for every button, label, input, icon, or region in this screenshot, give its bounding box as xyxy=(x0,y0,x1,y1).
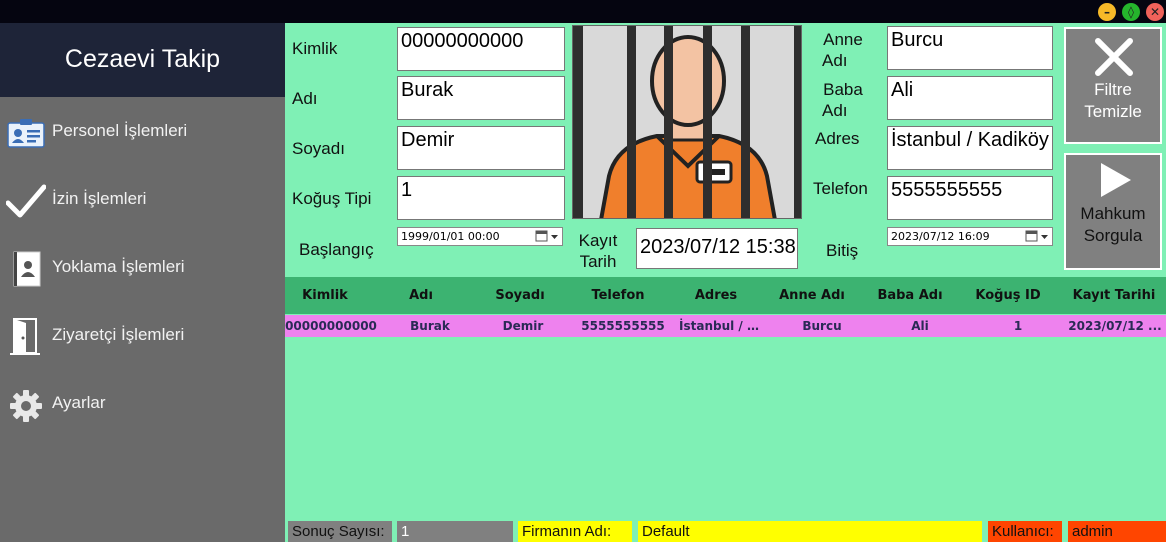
query-prisoner-button[interactable]: Mahkum Sorgula xyxy=(1064,153,1162,270)
minimize-button[interactable]: – xyxy=(1098,3,1116,21)
prisoner-table: Kimlik Adı Soyadı Telefon Adres Anne Adı… xyxy=(285,277,1166,521)
close-button[interactable]: ✕ xyxy=(1146,3,1164,21)
kogus-label: Koğuş Tipi xyxy=(292,189,372,208)
anne-adi-field[interactable]: Burcu xyxy=(887,26,1053,70)
baba-adi-field[interactable]: Ali xyxy=(887,76,1053,120)
baslangic-datepicker[interactable]: 1999/01/01 00:00 xyxy=(397,227,563,246)
cell-soyadi: Demir xyxy=(502,319,544,333)
filter-clear-label-line2: Temizle xyxy=(1084,102,1142,121)
col-adres[interactable]: Adres xyxy=(675,277,757,314)
col-soyadi[interactable]: Soyadı xyxy=(481,277,559,314)
cell-baba-adi: Ali xyxy=(911,319,929,333)
sidebar-item-yoklama[interactable]: Yoklama İşlemleri xyxy=(0,243,285,293)
baba-label-line2: Adı xyxy=(822,101,848,120)
cell-adi: Burak xyxy=(410,319,450,333)
query-label-line1: Mahkum xyxy=(1080,204,1146,223)
col-kayit-tarihi[interactable]: Kayıt Tarihi xyxy=(1065,277,1163,314)
title-bar: – ◊ ✕ xyxy=(0,0,1166,23)
prisoner-photo xyxy=(572,25,802,219)
result-count-label: Sonuç Sayısı: xyxy=(288,521,392,542)
col-baba-adi[interactable]: Baba Adı xyxy=(869,277,951,314)
clipboard-person-icon xyxy=(13,251,41,287)
col-kogus-id[interactable]: Koğuş ID xyxy=(967,277,1049,314)
bitis-datepicker[interactable]: 2023/07/12 16:09 xyxy=(887,227,1053,246)
col-anne-adi[interactable]: Anne Adı xyxy=(771,277,853,314)
cell-adres: İstanbul / K... xyxy=(679,319,767,333)
kogus-field[interactable]: 1 xyxy=(397,176,565,220)
id-card-icon xyxy=(7,119,45,148)
anne-label-line1: Anne xyxy=(823,30,863,49)
checkmark-icon xyxy=(6,184,46,218)
user-label: Kullanıcı: xyxy=(988,521,1062,542)
cell-telefon: 5555555555 xyxy=(581,319,665,333)
kayit-label-line1: Kayıt xyxy=(578,231,618,250)
prisoner-form: Kimlik 00000000000 Adı Burak Soyadı Demi… xyxy=(285,23,1166,276)
adres-field[interactable]: İstanbul / Kadiköy xyxy=(887,126,1053,170)
gear-icon xyxy=(10,390,42,422)
baba-label-line1: Baba xyxy=(823,80,863,99)
kimlik-field[interactable]: 00000000000 xyxy=(397,27,565,71)
bitis-value: 2023/07/12 16:09 xyxy=(891,230,990,243)
close-x-icon xyxy=(1095,38,1133,76)
cell-kayit-tarihi: 2023/07/12 ... xyxy=(1068,319,1162,333)
firm-name-value: Default xyxy=(638,521,982,542)
sidebar-item-izin[interactable]: İzin İşlemleri xyxy=(0,175,285,225)
sidebar-item-ziyaretci[interactable]: Ziyaretçi İşlemleri xyxy=(0,311,285,361)
status-bar: Sonuç Sayısı: 1 Firmanın Adı: Default Ku… xyxy=(285,521,1166,542)
cell-kimlik: 00000000000 xyxy=(285,319,377,333)
filter-clear-button[interactable]: Filtre Temizle xyxy=(1064,27,1162,144)
user-value: admin xyxy=(1068,521,1166,542)
soyadi-field[interactable]: Demir xyxy=(397,126,565,170)
anne-label-line2: Adı xyxy=(822,51,848,70)
play-icon xyxy=(1101,163,1131,197)
col-telefon[interactable]: Telefon xyxy=(575,277,661,314)
sidebar-item-label: Personel İşlemleri xyxy=(52,121,188,140)
filter-clear-label-line1: Filtre xyxy=(1094,80,1132,99)
table-header: Kimlik Adı Soyadı Telefon Adres Anne Adı… xyxy=(285,277,1166,314)
kayit-tarih-field[interactable]: 2023/07/12 15:38 xyxy=(636,228,798,269)
sidebar: Cezaevi Takip Personel İşlemleri İzin İş… xyxy=(0,23,285,542)
soyadi-label: Soyadı xyxy=(292,139,345,158)
sidebar-item-label: Ziyaretçi İşlemleri xyxy=(52,325,185,344)
telefon-field[interactable]: 5555555555 xyxy=(887,176,1053,220)
cell-kogus-id: 1 xyxy=(1013,319,1023,333)
calendar-dropdown-icon[interactable] xyxy=(1024,230,1050,243)
sidebar-item-ayarlar[interactable]: Ayarlar xyxy=(0,379,285,429)
firm-name-label: Firmanın Adı: xyxy=(518,521,632,542)
app-title: Cezaevi Takip xyxy=(0,23,285,97)
sidebar-item-label: İzin İşlemleri xyxy=(52,189,147,208)
baslangic-value: 1999/01/01 00:00 xyxy=(401,230,500,243)
kayit-label-line2: Tarih xyxy=(579,252,617,271)
sidebar-item-label: Ayarlar xyxy=(52,393,106,412)
sidebar-item-label: Yoklama İşlemleri xyxy=(52,257,185,276)
adi-field[interactable]: Burak xyxy=(397,76,565,120)
kimlik-label: Kimlik xyxy=(292,39,338,58)
door-icon xyxy=(10,318,40,355)
col-adi[interactable]: Adı xyxy=(385,277,457,314)
table-row[interactable]: 00000000000 Burak Demir 5555555555 İstan… xyxy=(285,315,1166,337)
baslangic-label: Başlangıç xyxy=(299,240,374,259)
sidebar-item-personel[interactable]: Personel İşlemleri xyxy=(0,107,285,157)
result-count-value: 1 xyxy=(397,521,513,542)
cell-anne-adi: Burcu xyxy=(802,319,842,333)
maximize-button[interactable]: ◊ xyxy=(1122,3,1140,21)
query-label-line2: Sorgula xyxy=(1083,226,1143,245)
adi-label: Adı xyxy=(292,89,318,108)
col-kimlik[interactable]: Kimlik xyxy=(285,277,365,314)
telefon-label: Telefon xyxy=(813,179,868,198)
adres-label: Adres xyxy=(815,129,860,148)
bitis-label: Bitiş xyxy=(826,241,859,260)
calendar-dropdown-icon[interactable] xyxy=(534,230,560,243)
